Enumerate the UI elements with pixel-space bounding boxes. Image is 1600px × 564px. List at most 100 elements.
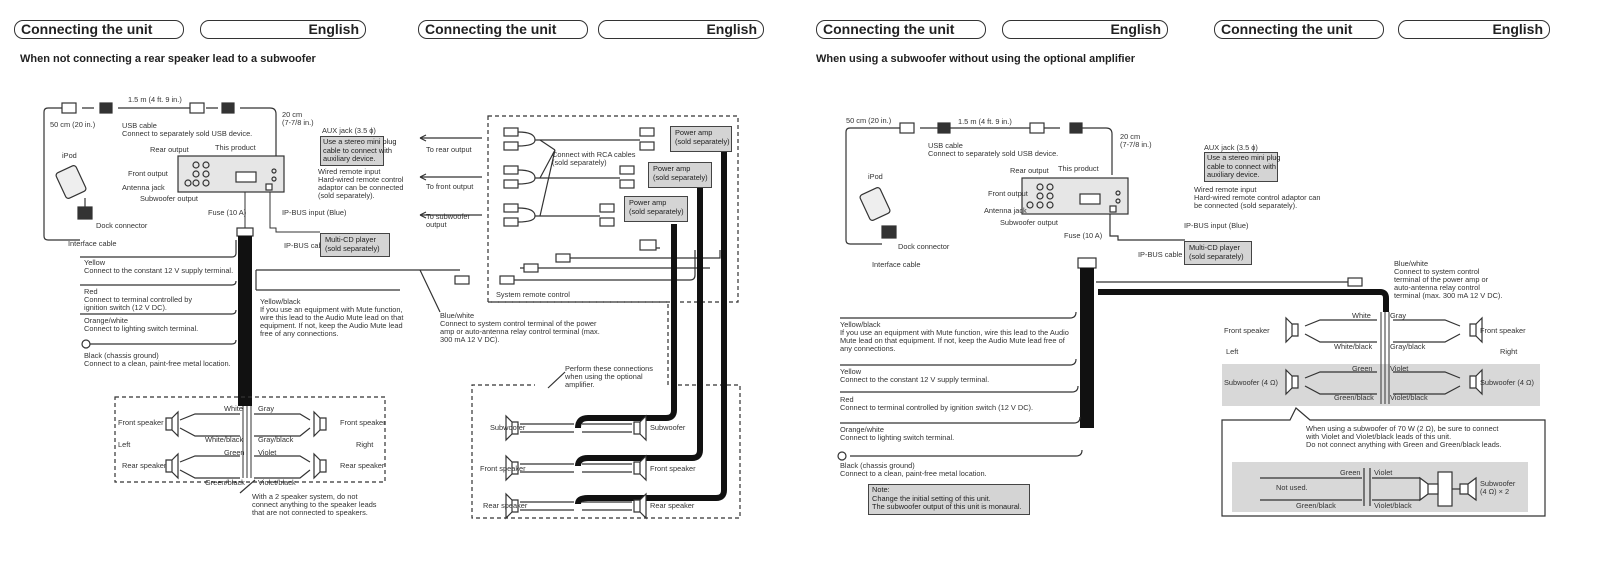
wire-white: White — [1352, 311, 1371, 320]
note-line: The subwoofer output of this unit is mon… — [872, 502, 1022, 512]
amp-subwoofer-left: Subwoofer — [490, 423, 526, 432]
cable-length-50cm: 50 cm (20 in.) — [50, 120, 96, 129]
wire-black-note: Connect to a clean, paint-free metal loc… — [84, 359, 231, 368]
amp-subwoofer-right: Subwoofer — [650, 423, 686, 432]
speaker-icon — [165, 410, 179, 438]
wire-orange-note: Connect to lighting switch terminal. — [84, 324, 199, 333]
subwoofer-right: Subwoofer (4 Ω) — [1480, 378, 1534, 387]
wire-orange-note: Connect to lighting switch terminal. — [840, 433, 955, 442]
power-amp-line: (sold separately) — [675, 136, 730, 146]
aux-note-line: auxiliary device. — [323, 154, 376, 164]
ipod-icon — [55, 165, 87, 199]
power-amp-line: (sold separately) — [653, 172, 708, 182]
rca-note-2: (sold separately) — [552, 158, 607, 167]
left-side-label: Left — [1226, 347, 1239, 356]
dock-connector-label: Dock connector — [898, 242, 950, 251]
this-product-label: This product — [215, 143, 256, 152]
two-speaker-note-3: that are not connected to speakers. — [252, 508, 368, 517]
wire-blue-white-note-3: 300 mA 12 V DC). — [440, 335, 500, 344]
front-speaker-left: Front speaker — [1224, 326, 1270, 335]
usb-plug-icon — [61, 102, 77, 114]
wire-yellow-black-note-4: free of any connections. — [260, 329, 339, 338]
wire-green: Green — [224, 448, 245, 457]
this-product-label: This product — [1058, 164, 1099, 173]
wire-white: White — [224, 404, 243, 413]
power-amp-rear-box: Power amp (sold separately) — [670, 126, 732, 152]
to-rear-output: To rear output — [426, 145, 472, 154]
dock-connector-icon — [881, 225, 897, 239]
power-amp-sub-box: Power amp (sold separately) — [624, 196, 688, 222]
wired-remote-note-2: be connected (sold separately). — [1194, 201, 1298, 210]
amp-front-speaker-right: Front speaker — [650, 464, 696, 473]
subwoofer-output-label: Subwoofer output — [140, 194, 198, 203]
speaker-icon — [1285, 368, 1299, 396]
wired-remote-note-3: (sold separately). — [318, 191, 375, 200]
wire-white-black: White/black — [205, 435, 244, 444]
callout-violet: Violet — [1374, 468, 1393, 477]
wire-violet-black: Violet/black — [258, 478, 296, 487]
multi-cd-player-box: Multi-CD player (sold separately) — [320, 233, 390, 257]
wiring-harness — [236, 227, 254, 237]
aux-note-line: auxiliary device. — [1207, 170, 1260, 180]
wire-gray-black: Gray/black — [258, 435, 294, 444]
callout-subwoofer-2: (4 Ω) × 2 — [1480, 487, 1510, 496]
wire-violet: Violet — [258, 448, 277, 457]
antenna-jack-label: Antenna jack — [122, 183, 165, 192]
wire-black-note: Connect to a clean, paint-free metal loc… — [840, 469, 987, 478]
amp-rear-speaker-right: Rear speaker — [650, 501, 695, 510]
wire-yellow-black-note-3: any connections. — [840, 344, 896, 353]
cable-length-20cm-in: (7-7/8 in.) — [282, 118, 314, 127]
wire-red-note: Connect to terminal controlled by igniti… — [840, 403, 1034, 412]
wire-green-black: Green/black — [205, 478, 245, 487]
power-amp-line: (sold separately) — [629, 206, 684, 216]
amp-rear-speaker-left: Rear speaker — [483, 501, 528, 510]
ipod-label: iPod — [868, 172, 883, 181]
front-output-label: Front output — [988, 189, 1028, 198]
power-amp-front-box: Power amp (sold separately) — [648, 162, 712, 188]
ground-ring-icon — [837, 451, 847, 461]
dock-connector-label: Dock connector — [96, 221, 148, 230]
ipbus-input-label: IP-BUS input (Blue) — [282, 208, 347, 217]
rear-output-label: Rear output — [1010, 166, 1049, 175]
usb-cable-note: Connect to separately sold USB device. — [122, 129, 253, 138]
wire-blue-white-note-4: terminal (max. 300 mA 12 V DC). — [1394, 291, 1503, 300]
aux-jack-label: AUX jack (3.5 ϕ) — [322, 126, 376, 135]
front-speaker-right: Front speaker — [1480, 326, 1526, 335]
right-side-label: Right — [356, 440, 374, 449]
ipbus-cable-label: IP-BUS cable — [1138, 250, 1183, 259]
ipod-icon — [859, 187, 891, 221]
wire-green: Green — [1352, 364, 1373, 373]
wire-violet: Violet — [1390, 364, 1409, 373]
interface-cable-label: Interface cable — [872, 260, 921, 269]
wire-yellow-note: Connect to the constant 12 V supply term… — [840, 375, 990, 384]
amp-front-speaker-left: Front speaker — [480, 464, 526, 473]
not-used-label: Not used. — [1276, 483, 1308, 492]
antenna-jack-label: Antenna jack — [984, 206, 1027, 215]
multi-cd-line: (sold separately) — [1189, 251, 1244, 261]
ground-ring-icon — [81, 339, 91, 349]
wiring-harness — [1077, 257, 1097, 269]
cable-length-15m: 1.5 m (4 ft. 9 in.) — [128, 95, 182, 104]
callout-text-3: Do not connect anything with Green and G… — [1306, 440, 1502, 449]
speaker-icon — [313, 452, 327, 480]
speaker-icon — [313, 410, 327, 438]
wire-green-black: Green/black — [1334, 393, 1374, 402]
multi-cd-line: (sold separately) — [325, 243, 380, 253]
system-remote-control-label: System remote control — [496, 290, 570, 299]
right-side-label: Right — [1500, 347, 1518, 356]
wire-gray-black: Gray/black — [1390, 342, 1426, 351]
to-subwoofer-output-2: output — [426, 220, 447, 229]
rear-output-label: Rear output — [150, 145, 189, 154]
note-box: Note: Change the initial setting of this… — [868, 484, 1030, 515]
cable-length-15m: 1.5 m (4 ft. 9 in.) — [958, 117, 1012, 126]
to-front-output: To front output — [426, 182, 474, 191]
multi-cd-player-box: Multi-CD player (sold separately) — [1184, 241, 1252, 265]
front-output-label: Front output — [128, 169, 168, 178]
usb-cable-note: Connect to separately sold USB device. — [928, 149, 1059, 158]
fuse-label: Fuse (10 A) — [1064, 231, 1103, 240]
ipod-label: iPod — [62, 151, 77, 160]
left-side-label: Left — [118, 440, 131, 449]
subwoofer-output-label: Subwoofer output — [1000, 218, 1058, 227]
dock-connector-icon — [77, 206, 93, 220]
aux-note-box: Use a stereo mini plug cable to connect … — [1204, 152, 1281, 182]
